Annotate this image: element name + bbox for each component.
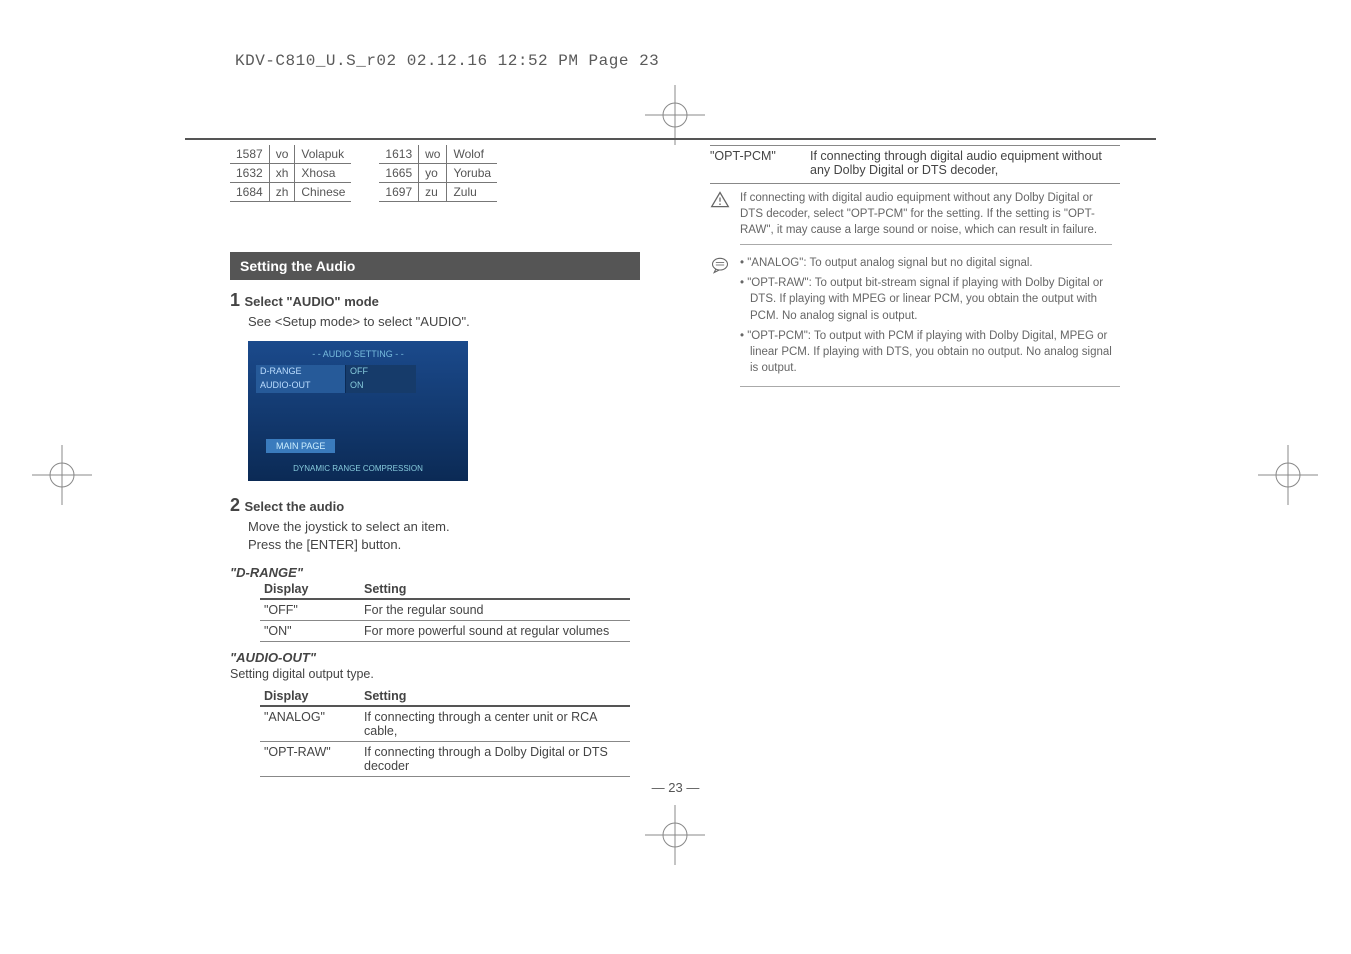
osd-title: - - AUDIO SETTING - - bbox=[248, 349, 468, 359]
top-rule bbox=[185, 138, 1156, 140]
file-header: KDV-C810_U.S_r02 02.12.16 12:52 PM Page … bbox=[235, 52, 659, 70]
cell-setting: If connecting through a Dolby Digital or… bbox=[360, 741, 630, 776]
step-number: 2 bbox=[230, 495, 240, 515]
cell-setting: If connecting through digital audio equi… bbox=[810, 149, 1120, 177]
lang-name: Volapuk bbox=[295, 145, 352, 164]
col-setting: Setting bbox=[360, 687, 630, 706]
lang-abbr: vo bbox=[269, 145, 295, 164]
lang-abbr: wo bbox=[419, 145, 447, 164]
warning-icon bbox=[710, 190, 732, 245]
lang-abbr: zu bbox=[419, 183, 447, 202]
audioout-heading: "AUDIO-OUT" bbox=[230, 650, 640, 665]
registration-mark-icon bbox=[645, 805, 705, 865]
optpcm-row: "OPT-PCM" If connecting through digital … bbox=[710, 145, 1120, 184]
cell-display: "OFF" bbox=[260, 599, 360, 621]
section-heading: Setting the Audio bbox=[230, 252, 640, 280]
document-page: KDV-C810_U.S_r02 02.12.16 12:52 PM Page … bbox=[0, 0, 1351, 954]
cell-setting: For more powerful sound at regular volum… bbox=[360, 620, 630, 641]
info-note: • "ANALOG": To output analog signal but … bbox=[710, 255, 1120, 387]
lang-abbr: zh bbox=[269, 183, 295, 202]
step-title: Select "AUDIO" mode bbox=[244, 294, 378, 309]
lang-abbr: yo bbox=[419, 164, 447, 183]
osd-footer: DYNAMIC RANGE COMPRESSION bbox=[248, 464, 468, 473]
table-row: "OPT-RAW"If connecting through a Dolby D… bbox=[260, 741, 630, 776]
warning-note: If connecting with digital audio equipme… bbox=[710, 190, 1120, 245]
lang-name: Yoruba bbox=[447, 164, 497, 183]
step-line: Press the [ENTER] button. bbox=[248, 536, 640, 554]
registration-mark-icon bbox=[32, 445, 92, 505]
table-row: "ON"For more powerful sound at regular v… bbox=[260, 620, 630, 641]
content-area: 1587voVolapuk 1632xhXhosa 1684zhChinese … bbox=[230, 145, 1120, 783]
cell-display: "ANALOG" bbox=[260, 706, 360, 742]
step-body: See <Setup mode> to select "AUDIO". bbox=[248, 313, 640, 331]
registration-mark-icon bbox=[1258, 445, 1318, 505]
audioout-desc: Setting digital output type. bbox=[230, 667, 640, 681]
note-bullet: • "OPT-PCM": To output with PCM if playi… bbox=[740, 328, 1120, 376]
table-row: "OFF"For the regular sound bbox=[260, 599, 630, 621]
registration-mark-icon bbox=[645, 85, 705, 145]
lang-code: 1697 bbox=[379, 183, 418, 202]
osd-cell: AUDIO-OUT bbox=[256, 379, 346, 393]
osd-cell: ON bbox=[346, 379, 416, 393]
osd-screenshot: - - AUDIO SETTING - - D-RANGEOFF AUDIO-O… bbox=[248, 341, 468, 481]
cell-setting: For the regular sound bbox=[360, 599, 630, 621]
language-table-left: 1587voVolapuk 1632xhXhosa 1684zhChinese bbox=[230, 145, 351, 202]
osd-cell: OFF bbox=[346, 365, 416, 379]
step-2: 2 Select the audio Move the joystick to … bbox=[230, 495, 640, 554]
step-number: 1 bbox=[230, 290, 240, 310]
note-bullet: • "OPT-RAW": To output bit-stream signal… bbox=[740, 275, 1120, 323]
left-column: 1587voVolapuk 1632xhXhosa 1684zhChinese … bbox=[230, 145, 640, 783]
lang-name: Chinese bbox=[295, 183, 352, 202]
lang-name: Zulu bbox=[447, 183, 497, 202]
lang-code: 1613 bbox=[379, 145, 418, 164]
info-note-list: • "ANALOG": To output analog signal but … bbox=[740, 255, 1120, 387]
drange-heading: "D-RANGE" bbox=[230, 565, 640, 580]
lang-code: 1684 bbox=[230, 183, 269, 202]
lang-name: Wolof bbox=[447, 145, 497, 164]
audioout-table: DisplaySetting "ANALOG"If connecting thr… bbox=[260, 687, 630, 777]
lang-code: 1632 bbox=[230, 164, 269, 183]
osd-cell: D-RANGE bbox=[256, 365, 346, 379]
note-icon bbox=[710, 255, 732, 387]
osd-main-page-button: MAIN PAGE bbox=[266, 439, 335, 453]
table-row: "ANALOG"If connecting through a center u… bbox=[260, 706, 630, 742]
cell-setting: If connecting through a center unit or R… bbox=[360, 706, 630, 742]
step-title: Select the audio bbox=[244, 499, 344, 514]
warning-text: If connecting with digital audio equipme… bbox=[740, 190, 1112, 245]
right-column: "OPT-PCM" If connecting through digital … bbox=[710, 145, 1120, 783]
cell-display: "ON" bbox=[260, 620, 360, 641]
language-code-block: 1587voVolapuk 1632xhXhosa 1684zhChinese … bbox=[230, 145, 640, 232]
step-body: Move the joystick to select an item. Pre… bbox=[248, 518, 640, 554]
lang-code: 1587 bbox=[230, 145, 269, 164]
cell-display: "OPT-RAW" bbox=[260, 741, 360, 776]
lang-abbr: xh bbox=[269, 164, 295, 183]
lang-name: Xhosa bbox=[295, 164, 352, 183]
language-table-right: 1613woWolof 1665yoYoruba 1697zuZulu bbox=[379, 145, 497, 202]
note-bullet: • "ANALOG": To output analog signal but … bbox=[740, 255, 1120, 271]
lang-code: 1665 bbox=[379, 164, 418, 183]
step-1: 1 Select "AUDIO" mode See <Setup mode> t… bbox=[230, 290, 640, 331]
col-setting: Setting bbox=[360, 580, 630, 599]
col-display: Display bbox=[260, 580, 360, 599]
page-number: — 23 — bbox=[652, 780, 700, 795]
step-line: Move the joystick to select an item. bbox=[248, 518, 640, 536]
drange-table: DisplaySetting "OFF"For the regular soun… bbox=[260, 580, 630, 642]
col-display: Display bbox=[260, 687, 360, 706]
cell-display: "OPT-PCM" bbox=[710, 149, 810, 177]
